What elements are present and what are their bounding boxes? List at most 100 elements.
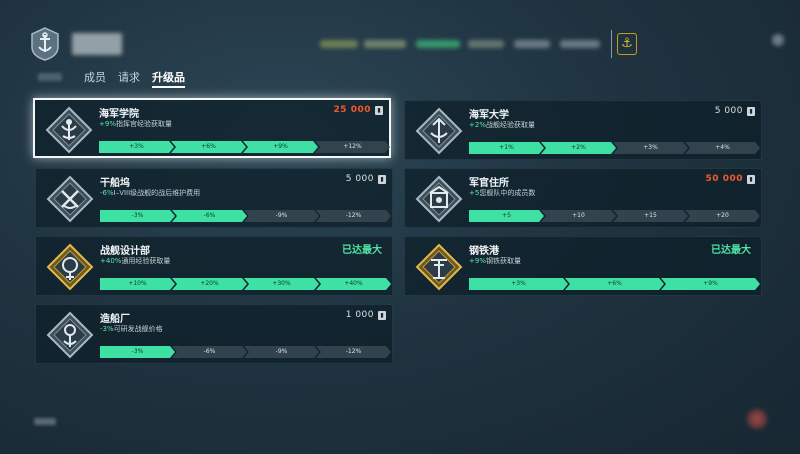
naval-academy-icon	[45, 106, 93, 154]
blurred-resource-1	[320, 40, 358, 48]
anchor-badge-icon[interactable]: ⚓	[617, 33, 637, 55]
upgrade-card-steel-harbor[interactable]: 钢铁港 +9%钢铁获取量 已达最大 +3% +6% +9%	[404, 236, 762, 296]
steel-harbor-icon	[415, 243, 463, 291]
level-segment: -9%	[244, 346, 319, 358]
blurred-resource-2	[364, 40, 406, 48]
oil-resource-icon: ▮	[378, 311, 386, 320]
blurred-resource-3	[416, 40, 460, 48]
level-segment: -6%	[172, 210, 247, 222]
level-segment: -6%	[172, 346, 247, 358]
card-description: +40%通用经验获取量	[100, 256, 170, 266]
card-title: 钢铁港	[469, 246, 499, 257]
level-segment: +9%	[243, 141, 318, 153]
design-department-icon	[46, 243, 94, 291]
level-track: +1% +2% +3% +4%	[469, 142, 757, 154]
bonus-value: -6%	[100, 189, 114, 197]
dry-dock-icon	[46, 175, 94, 223]
back-tab-blurred[interactable]	[38, 73, 62, 81]
level-track: +5 +10 +15 +20	[469, 210, 757, 222]
level-segment: +2%	[541, 142, 616, 154]
header-divider	[611, 30, 612, 58]
upgrade-card-design-department[interactable]: 战舰设计部 +40%通用经验获取量 已达最大 +10% +20% +30% +4…	[35, 236, 393, 296]
naval-university-icon	[415, 107, 463, 155]
upgrade-cost: 25 000	[333, 105, 371, 115]
level-segment: +3%	[613, 142, 688, 154]
level-segment: +3%	[469, 278, 568, 290]
clan-header: ⚓	[0, 0, 800, 64]
oil-resource-icon: ▮	[375, 106, 383, 115]
maxed-label: 已达最大	[342, 245, 382, 256]
bonus-value: +9%	[469, 257, 486, 265]
level-segment: +10	[541, 210, 616, 222]
top-right-button-icon[interactable]	[772, 34, 784, 46]
upgrade-card-naval-academy[interactable]: 海军学院 +9%指挥官经验获取量 25 000 ▮ +3% +6% +9% +1…	[33, 98, 391, 158]
level-segment: +12%	[315, 141, 390, 153]
level-segment: -12%	[316, 210, 391, 222]
level-segment: +15	[613, 210, 688, 222]
level-segment: -3%	[100, 346, 175, 358]
clan-tag-blurred	[72, 33, 122, 55]
upgrade-card-naval-university[interactable]: 海军大学 +2%战舰经验获取量 5 000 ▮ +1% +2% +3% +4%	[404, 100, 762, 160]
level-segment: +20%	[172, 278, 247, 290]
bonus-value: +40%	[100, 257, 122, 265]
bonus-text: I–VIII级战舰的战后维护费用	[113, 189, 201, 197]
tab-members[interactable]: 成员	[84, 69, 106, 85]
bottom-left-button-blurred[interactable]	[34, 418, 56, 425]
level-segment: +3%	[99, 141, 174, 153]
level-segment: +9%	[661, 278, 760, 290]
upgrade-cost: 5 000	[714, 106, 743, 116]
level-segment: +1%	[469, 142, 544, 154]
officers-club-icon	[415, 175, 463, 223]
card-description: -6%I–VIII级战舰的战后维护费用	[100, 188, 200, 198]
card-title: 军官住所	[469, 178, 509, 189]
upgrade-card-officers-club[interactable]: 军官住所 +5您舰队中的成员数 50 000 ▮ +5 +10 +15 +20	[404, 168, 762, 228]
bonus-text: 指挥官经验获取量	[115, 120, 172, 128]
level-track: -3% -6% -9% -12%	[100, 210, 388, 222]
upgrade-card-shipyard[interactable]: 造船厂 -3%可研发战舰价格 1 000 ▮ -3% -6% -9% -12%	[35, 304, 393, 364]
level-segment: +4%	[685, 142, 760, 154]
card-description: +9%指挥官经验获取量	[99, 119, 172, 129]
bonus-text: 通用经验获取量	[121, 257, 171, 265]
card-title: 战舰设计部	[100, 246, 150, 257]
level-segment: +6%	[565, 278, 664, 290]
level-segment: +10%	[100, 278, 175, 290]
tab-bar: 成员 请求 升级品	[38, 68, 197, 88]
level-track: -3% -6% -9% -12%	[100, 346, 388, 358]
card-description: -3%可研发战舰价格	[100, 324, 163, 334]
bonus-text: 您舰队中的成员数	[479, 189, 536, 197]
oil-resource-icon: ▮	[378, 175, 386, 184]
upgrade-cost: 1 000	[345, 310, 374, 320]
blurred-resource-6	[560, 40, 600, 48]
level-segment: +5	[469, 210, 544, 222]
level-segment: -12%	[316, 346, 391, 358]
upgrade-card-dry-dock[interactable]: 干船坞 -6%I–VIII级战舰的战后维护费用 5 000 ▮ -3% -6% …	[35, 168, 393, 228]
level-track: +3% +6% +9%	[469, 278, 757, 290]
tab-upgrades[interactable]: 升级品	[152, 69, 185, 88]
upgrade-cost: 5 000	[345, 174, 374, 184]
level-segment: -9%	[244, 210, 319, 222]
bonus-text: 战舰经验获取量	[485, 121, 535, 129]
card-title: 海军大学	[469, 110, 509, 121]
level-segment: +6%	[171, 141, 246, 153]
level-segment: +20	[685, 210, 760, 222]
maxed-label: 已达最大	[711, 245, 751, 256]
clan-anchor-emblem-icon	[31, 27, 59, 61]
bonus-value: -3%	[100, 325, 114, 333]
oil-resource-icon: ▮	[747, 107, 755, 116]
card-title: 海军学院	[99, 109, 139, 120]
level-segment: +30%	[244, 278, 319, 290]
bonus-value: +2%	[469, 121, 486, 129]
tab-requests[interactable]: 请求	[118, 69, 140, 85]
bonus-value: +5	[469, 189, 480, 197]
blurred-resource-4	[468, 40, 504, 48]
card-description: +9%钢铁获取量	[469, 256, 521, 266]
blurred-resource-5	[514, 40, 550, 48]
bottom-right-button-icon[interactable]	[746, 408, 768, 430]
oil-resource-icon: ▮	[747, 175, 755, 184]
shipyard-icon	[46, 311, 94, 359]
level-track: +10% +20% +30% +40%	[100, 278, 388, 290]
card-title: 干船坞	[100, 178, 130, 189]
bonus-value: +9%	[99, 120, 116, 128]
level-segment: +40%	[316, 278, 391, 290]
level-segment: -3%	[100, 210, 175, 222]
